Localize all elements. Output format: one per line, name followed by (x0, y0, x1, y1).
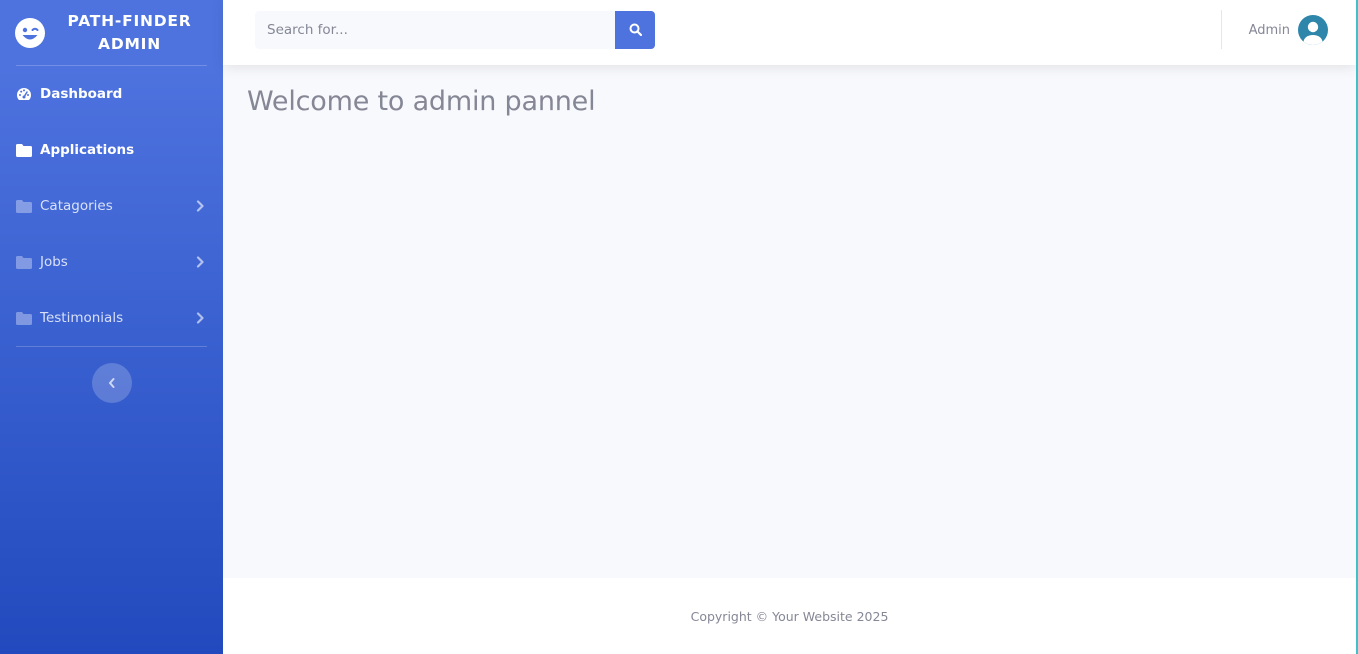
laugh-wink-icon (14, 17, 46, 49)
search-input[interactable] (255, 11, 615, 49)
footer: Copyright © Your Website 2025 (223, 578, 1356, 654)
folder-icon (16, 310, 32, 326)
chevron-right-icon (195, 199, 205, 213)
folder-icon (16, 198, 32, 214)
sidebar-item-label: Applications (40, 142, 135, 158)
search-icon (629, 21, 642, 40)
brand-name: PATH-FINDER ADMIN (67, 11, 192, 53)
main-content: Welcome to admin pannel (247, 86, 596, 117)
dashboard-gauge-icon (16, 86, 32, 102)
sidebar-item-testimonials[interactable]: Testimonials (0, 290, 223, 346)
sidebar: PATH-FINDER ADMIN Dashboard Applications… (0, 0, 223, 654)
sidebar-divider (16, 346, 207, 347)
copyright-text: Copyright © Your Website 2025 (690, 608, 889, 624)
search-group (255, 11, 655, 49)
topbar: Admin (223, 0, 1356, 65)
chevron-right-icon (195, 255, 205, 269)
sidebar-item-applications[interactable]: Applications (0, 122, 223, 178)
sidebar-item-label: Catagories (40, 198, 113, 214)
sidebar-brand[interactable]: PATH-FINDER ADMIN (0, 0, 223, 65)
sidebar-item-catagories[interactable]: Catagories (0, 178, 223, 234)
search-button[interactable] (615, 11, 655, 49)
sidebar-item-label: Dashboard (40, 86, 123, 102)
sidebar-toggle-wrap (0, 363, 223, 403)
topbar-divider (1221, 10, 1222, 49)
sidebar-item-jobs[interactable]: Jobs (0, 234, 223, 290)
user-avatar-icon (1298, 15, 1328, 45)
sidebar-item-label: Testimonials (40, 310, 124, 326)
sidebar-item-label: Jobs (40, 254, 68, 270)
page-title: Welcome to admin pannel (247, 86, 596, 117)
sidebar-toggle-button[interactable] (91, 363, 132, 403)
chevron-right-icon (195, 311, 205, 325)
sidebar-item-dashboard[interactable]: Dashboard (0, 66, 223, 122)
user-name: Admin (1248, 22, 1290, 38)
folder-icon (16, 142, 32, 158)
chevron-left-icon (108, 374, 116, 393)
folder-icon (16, 254, 32, 270)
user-dropdown[interactable]: Admin (1249, 14, 1328, 46)
